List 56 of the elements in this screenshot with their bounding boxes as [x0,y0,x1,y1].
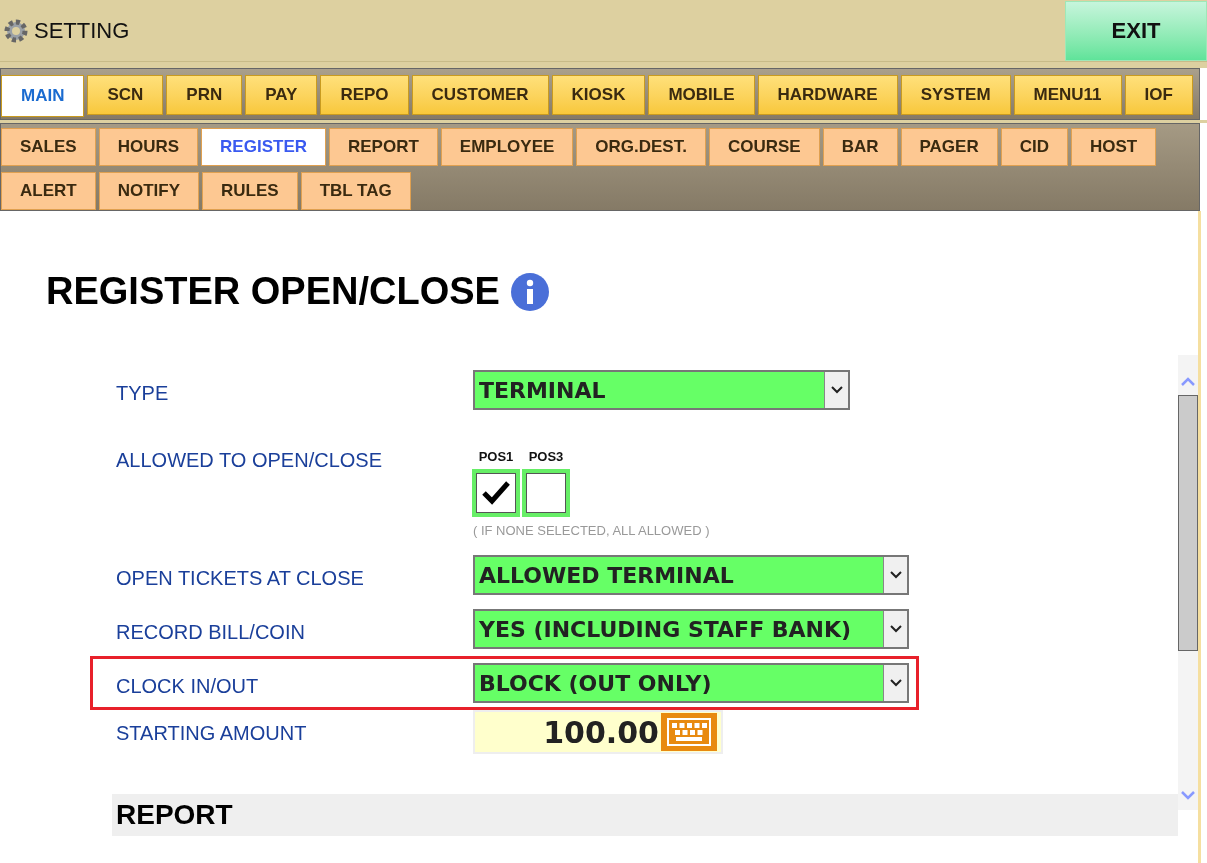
sub-tab[interactable]: RULES [202,172,298,210]
hint-text: ( IF NONE SELECTED, ALL ALLOWED ) [473,521,710,540]
checkbox-label: POS3 [528,448,564,466]
field-label: ALLOWED TO OPEN/CLOSE [116,448,383,473]
dropdown[interactable]: TERMINAL [473,370,850,410]
checkbox[interactable] [522,468,570,517]
main-tab[interactable]: MAIN [1,75,85,117]
main-tab[interactable]: PRN [166,75,243,115]
sub-tab[interactable]: PAGER [900,128,998,166]
sub-tab[interactable]: ORG.DEST. [576,128,706,166]
info-icon[interactable] [509,271,550,312]
field-label: CLOCK IN/OUT [116,674,260,699]
dropdown[interactable]: YES (INCLUDING STAFF BANK) [473,609,909,649]
main-tab[interactable]: SCN [87,75,164,115]
main-tab[interactable]: IOF [1124,75,1193,115]
sub-tab[interactable]: EMPLOYEE [440,128,574,166]
field-label: TYPE [116,381,170,406]
checkbox-label: POS1 [478,448,514,466]
field-label: RECORD BILL/COIN [116,620,306,645]
dropdown[interactable]: BLOCK (OUT ONLY) [473,663,909,703]
main-tab[interactable]: SYSTEM [900,75,1011,115]
sub-tab[interactable]: NOTIFY [98,172,199,210]
field-label: OPEN TICKETS AT CLOSE [116,566,365,591]
sub-tab[interactable]: SALES [1,128,96,166]
exit-button[interactable]: EXIT [1065,0,1207,61]
section-header: REPORT [112,794,1178,836]
caret-icon [888,624,903,634]
caret-icon [888,678,903,688]
caret-icon [829,385,844,395]
sub-tab[interactable]: HOURS [98,128,199,166]
main-tab[interactable]: KIOSK [551,75,646,115]
main-tab[interactable]: REPO [320,75,409,115]
sub-tab[interactable]: REGISTER [201,128,326,166]
sub-tab[interactable]: BAR [822,128,898,166]
scroll-down-icon[interactable] [1180,788,1196,802]
main-tab[interactable]: MOBILE [648,75,755,115]
checkbox[interactable] [472,468,520,517]
field-label: STARTING AMOUNT [116,721,308,746]
check-icon [481,479,511,506]
sub-tab[interactable]: HOST [1071,128,1157,166]
sub-tab[interactable]: TBL TAG [300,172,411,210]
sub-tab[interactable]: COURSE [708,128,820,166]
amount-field[interactable]: 100.00 [473,710,723,754]
caret-icon [888,570,903,580]
keyboard-icon[interactable] [661,713,717,751]
main-tab[interactable]: HARDWARE [757,75,898,115]
sub-tab[interactable]: CID [1000,128,1068,166]
main-tab[interactable]: CUSTOMER [411,75,549,115]
scrollbar[interactable] [1178,355,1198,810]
dropdown[interactable]: ALLOWED TERMINAL [473,555,909,595]
window-title: SETTING [34,17,130,45]
page-title: REGISTER OPEN/CLOSE [46,269,500,314]
main-tab[interactable]: MENU11 [1013,75,1122,115]
sub-tab[interactable]: ALERT [1,172,96,210]
main-tab[interactable]: PAY [245,75,318,115]
sub-tab[interactable]: REPORT [329,128,438,166]
